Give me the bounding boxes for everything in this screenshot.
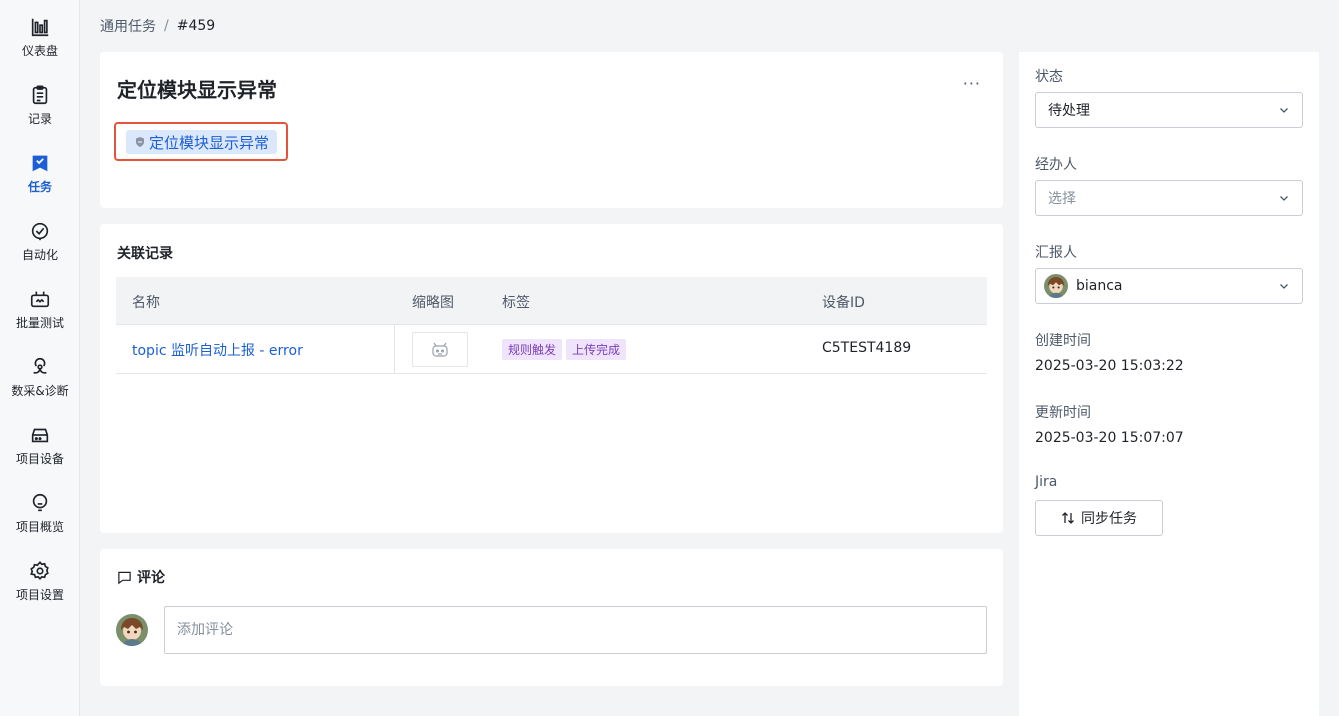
status-label: 状态 <box>1035 69 1063 85</box>
avatar <box>1044 274 1068 298</box>
more-options-button[interactable]: ··· <box>963 74 981 93</box>
updated-label: 更新时间 <box>1035 405 1091 421</box>
sidebar-item-label: 数采&诊断 <box>11 384 69 398</box>
sidebar-item-records[interactable]: 记录 <box>0 82 80 142</box>
breadcrumb-parent[interactable]: 通用任务 <box>100 16 156 36</box>
record-tag: 上传完成 <box>566 339 627 360</box>
reporter-value: bianca <box>1076 278 1123 294</box>
sidebar-item-devices[interactable]: 项目设备 <box>0 422 80 482</box>
task-tag[interactable]: 定位模块显示异常 <box>126 130 278 154</box>
diagnosis-icon <box>33 357 47 374</box>
bar-chart-icon <box>31 18 49 37</box>
assignee-select[interactable]: 选择 <box>1035 180 1303 216</box>
sync-task-button[interactable]: 同步任务 <box>1035 500 1163 536</box>
device-icon <box>31 428 49 443</box>
sidebar-item-label: 自动化 <box>21 248 58 262</box>
task-tag-label: 定位模块显示异常 <box>149 133 270 152</box>
sidebar-item-automation[interactable]: 自动化 <box>0 218 80 278</box>
sort-arrows-icon <box>1062 512 1074 524</box>
clipboard-icon <box>32 85 48 105</box>
related-records-card: 关联记录 名称 缩略图 标签 设备ID topic 监听自动上报 - error… <box>100 224 1003 533</box>
comments-title: 评论 <box>137 570 165 586</box>
page-title: 定位模块显示异常 <box>117 78 277 102</box>
column-divider[interactable] <box>394 325 395 373</box>
updated-value: 2025-03-20 15:07:07 <box>1035 430 1184 446</box>
sidebar-item-label: 记录 <box>27 112 52 126</box>
reporter-label: 汇报人 <box>1035 245 1077 261</box>
shield-icon <box>136 137 144 147</box>
tag-highlight: 定位模块显示异常 <box>114 122 288 161</box>
breadcrumb-current: #459 <box>176 18 216 34</box>
reporter-select[interactable]: bianca <box>1035 268 1303 304</box>
assignee-placeholder: 选择 <box>1048 191 1076 207</box>
robot-icon <box>432 342 448 357</box>
sidebar-item-diagnosis[interactable]: 数采&诊断 <box>0 354 80 414</box>
section-title: 关联记录 <box>117 246 173 262</box>
record-name-link[interactable]: topic 监听自动上报 - error <box>132 340 303 360</box>
table-header: 名称 缩略图 标签 设备ID <box>116 277 987 325</box>
sidebar-item-label: 仪表盘 <box>21 44 58 58</box>
column-header-name: 名称 <box>132 295 160 311</box>
sidebar-item-overview[interactable]: 项目概览 <box>0 490 80 550</box>
column-header-tags: 标签 <box>502 295 530 311</box>
overview-icon <box>32 493 48 512</box>
records-table: 名称 缩略图 标签 设备ID topic 监听自动上报 - error 规则触发… <box>116 277 987 374</box>
comments-card: 评论 <box>100 549 1003 686</box>
sidebar-item-dashboard[interactable]: 仪表盘 <box>0 14 80 74</box>
record-thumbnail[interactable] <box>412 332 468 367</box>
record-device-id: C5TEST4189 <box>822 340 912 356</box>
sidebar-item-label: 批量测试 <box>15 316 64 330</box>
status-select[interactable]: 待处理 <box>1035 92 1303 128</box>
task-header-card: 定位模块显示异常 ··· 定位模块显示异常 <box>100 52 1003 208</box>
comment-icon <box>118 571 131 584</box>
sidebar-item-label: 项目设备 <box>15 452 64 466</box>
gear-icon <box>30 561 49 581</box>
comments-header: 评论 <box>117 567 165 587</box>
created-value: 2025-03-20 15:03:22 <box>1035 358 1184 374</box>
assignee-label: 经办人 <box>1035 157 1077 173</box>
task-icon <box>32 155 48 172</box>
sidebar-item-tasks[interactable]: 任务 <box>0 150 80 210</box>
breadcrumb: 通用任务 / #459 <box>100 16 215 36</box>
comment-input[interactable] <box>164 606 987 654</box>
sidebar: 仪表盘 记录 任务 自动化 批量测试 数采&诊断 项目设备 项目概览 项目设置 <box>0 0 80 716</box>
breadcrumb-separator: / <box>164 18 169 34</box>
created-label: 创建时间 <box>1035 333 1091 349</box>
record-tags: 规则触发 上传完成 <box>502 339 627 360</box>
status-value: 待处理 <box>1048 103 1090 119</box>
column-header-device: 设备ID <box>822 295 865 311</box>
sidebar-item-settings[interactable]: 项目设置 <box>0 558 80 618</box>
sidebar-item-label: 项目设置 <box>15 588 64 602</box>
sidebar-item-label: 任务 <box>27 180 52 194</box>
details-panel: 状态 待处理 经办人 选择 汇报人 bianca 创建时间 2025-03-20… <box>1019 52 1319 716</box>
sync-task-label: 同步任务 <box>1081 511 1137 527</box>
chevron-down-icon <box>1280 108 1288 113</box>
batch-test-icon <box>30 291 50 308</box>
avatar <box>116 614 148 646</box>
chevron-down-icon <box>1280 196 1288 201</box>
chevron-down-icon <box>1280 284 1288 289</box>
table-row[interactable]: topic 监听自动上报 - error 规则触发 上传完成 C5TEST418… <box>116 325 987 374</box>
sidebar-item-label: 项目概览 <box>15 520 64 534</box>
jira-label: Jira <box>1035 474 1058 490</box>
sidebar-item-batch-test[interactable]: 批量测试 <box>0 286 80 346</box>
automation-icon <box>31 222 49 241</box>
column-header-thumbnail: 缩略图 <box>412 295 454 311</box>
record-tag: 规则触发 <box>502 339 563 360</box>
